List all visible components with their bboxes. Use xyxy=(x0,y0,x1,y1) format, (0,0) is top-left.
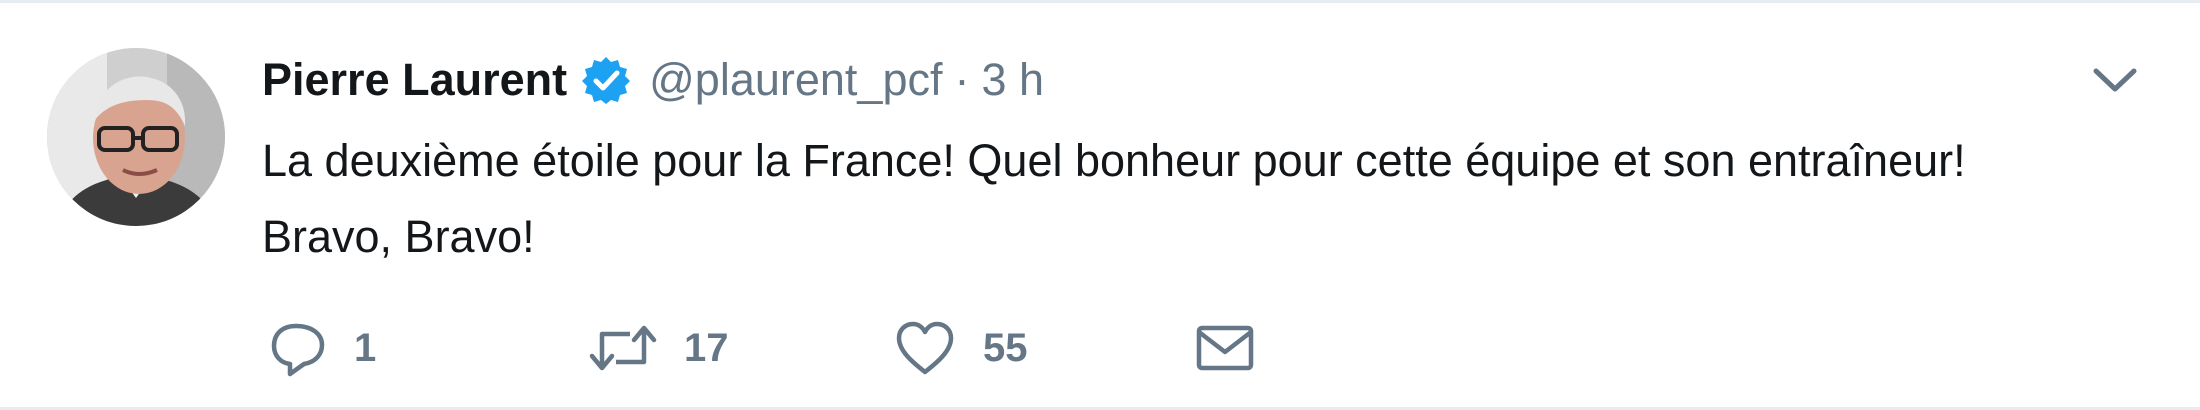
tweet-header: Pierre Laurent @plaurent_pcf · 3 h xyxy=(262,45,1044,115)
timestamp[interactable]: 3 h xyxy=(981,54,1044,106)
separator-dot: · xyxy=(954,54,970,105)
like-button[interactable]: 55 xyxy=(893,318,1193,378)
heart-icon xyxy=(893,318,957,378)
retweet-count: 17 xyxy=(684,325,729,370)
direct-message-button[interactable] xyxy=(1193,318,1257,378)
reply-icon xyxy=(268,318,328,378)
tweet-text: La deuxième étoile pour la France! Quel … xyxy=(262,135,1966,262)
retweet-icon xyxy=(588,318,658,378)
envelope-icon xyxy=(1193,318,1257,378)
retweet-button[interactable]: 17 xyxy=(588,318,893,378)
tweet-actions: 1 17 55 xyxy=(268,313,1257,383)
reply-button[interactable]: 1 xyxy=(268,318,588,378)
verified-badge-icon xyxy=(581,55,631,105)
chevron-down-icon[interactable] xyxy=(2090,59,2140,99)
user-handle[interactable]: @plaurent_pcf xyxy=(649,54,942,106)
tweet-card[interactable]: Pierre Laurent @plaurent_pcf · 3 h La de… xyxy=(0,0,2200,410)
reply-count: 1 xyxy=(354,325,377,370)
display-name[interactable]: Pierre Laurent xyxy=(262,54,567,106)
avatar[interactable] xyxy=(47,48,225,226)
like-count: 55 xyxy=(983,325,1028,370)
